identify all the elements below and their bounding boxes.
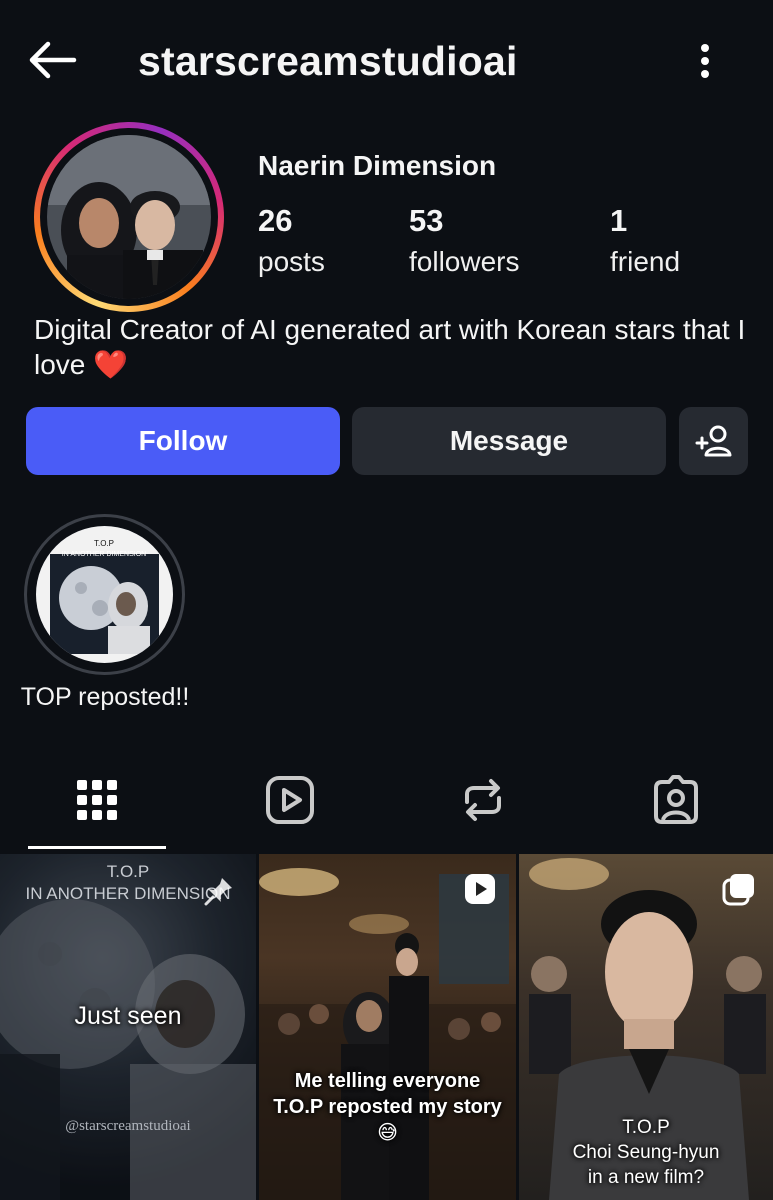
add-person-icon bbox=[695, 425, 731, 457]
profile-tabs bbox=[0, 758, 773, 853]
profile-bio: Digital Creator of AI generated art with… bbox=[34, 312, 754, 382]
tagged-icon[interactable] bbox=[646, 770, 706, 830]
stat-posts-count: 26 bbox=[258, 203, 293, 238]
stat-friends-label: friend bbox=[610, 246, 681, 277]
reel-icon bbox=[465, 874, 495, 904]
stat-friends-count: 1 bbox=[610, 203, 628, 238]
post-caption-line-2: Choi Seung-hyun bbox=[572, 1142, 720, 1163]
stat-friends[interactable]: 1 friend bbox=[610, 200, 680, 282]
story-highlight[interactable]: T.O.P IN ANOTHER DIMENSION bbox=[24, 514, 185, 675]
profile-header: starscreamstudioai bbox=[0, 0, 773, 120]
heart-emoji: ❤️ bbox=[93, 349, 129, 380]
bio-text: Digital Creator of AI generated art with… bbox=[34, 314, 746, 380]
message-button[interactable]: Message bbox=[352, 407, 666, 475]
post-watermark: @starscreamstudioai bbox=[65, 1118, 191, 1134]
post-caption-line-1: T.O.P bbox=[622, 1117, 670, 1138]
reposts-icon[interactable] bbox=[453, 770, 513, 830]
stat-followers-count: 53 bbox=[409, 203, 444, 238]
pin-icon bbox=[204, 878, 232, 906]
profile-display-name: Naerin Dimension bbox=[258, 150, 497, 181]
posts-grid: T.O.P IN ANOTHER DIMENSION Just seen @st… bbox=[0, 854, 773, 1200]
post-overlay-text: Just seen bbox=[74, 1002, 182, 1030]
stat-posts-label: posts bbox=[258, 246, 325, 277]
highlight-label: TOP reposted!! bbox=[20, 683, 190, 711]
suggested-accounts-button[interactable] bbox=[679, 407, 748, 475]
grid-icon[interactable] bbox=[67, 770, 127, 830]
carousel-icon bbox=[722, 874, 754, 906]
reels-icon[interactable] bbox=[260, 770, 320, 830]
post-tile[interactable]: T.O.P IN ANOTHER DIMENSION Just seen @st… bbox=[0, 854, 256, 1200]
avatar bbox=[47, 135, 211, 299]
highlight-cover-title: T.O.P bbox=[94, 539, 114, 548]
stat-posts[interactable]: 26 posts bbox=[258, 200, 325, 282]
more-options-icon[interactable] bbox=[690, 40, 720, 82]
post-tile[interactable]: T.O.P Choi Seung-hyun in a new film? bbox=[519, 854, 773, 1200]
profile-username: starscreamstudioai bbox=[138, 38, 518, 84]
stat-followers-label: followers bbox=[409, 246, 520, 277]
follow-button[interactable]: Follow bbox=[26, 407, 340, 475]
profile-avatar-story-ring[interactable] bbox=[34, 122, 224, 312]
highlight-cover-subtitle: IN ANOTHER DIMENSION bbox=[62, 551, 146, 558]
post-caption: Me telling everyone T.O.P reposted my st… bbox=[273, 1070, 502, 1144]
back-arrow-icon[interactable] bbox=[24, 38, 80, 82]
post-caption-line-3: in a new film? bbox=[587, 1167, 705, 1188]
post-tile[interactable]: Me telling everyone T.O.P reposted my st… bbox=[259, 854, 516, 1200]
stat-followers[interactable]: 53 followers bbox=[409, 200, 519, 282]
active-tab-indicator bbox=[28, 846, 166, 849]
highlight-cover: T.O.P IN ANOTHER DIMENSION bbox=[36, 526, 173, 663]
